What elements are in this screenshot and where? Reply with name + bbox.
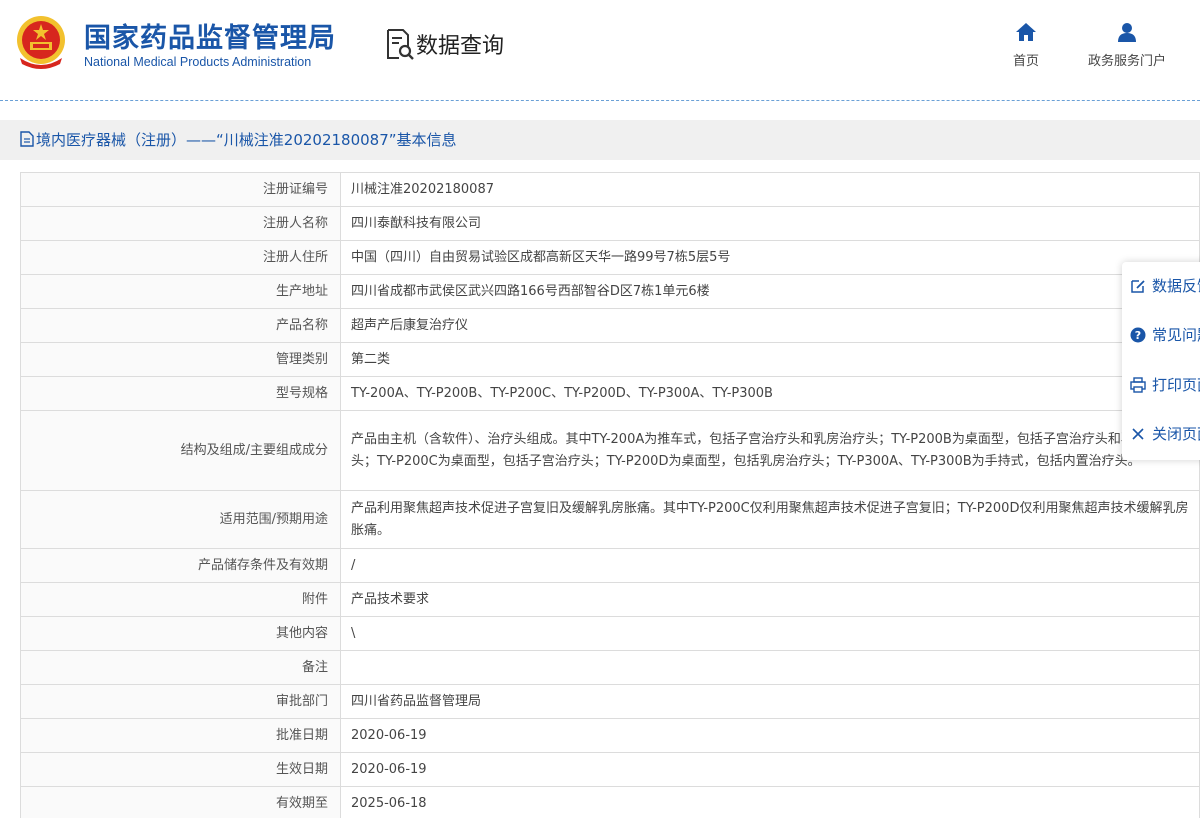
- header-divider: [0, 100, 1200, 102]
- row-value: 产品技术要求: [340, 582, 1200, 617]
- row-label: 产品名称: [20, 308, 341, 343]
- agency-name-en: National Medical Products Administration: [84, 55, 312, 69]
- row-value: 四川省药品监督管理局: [340, 684, 1200, 719]
- row-label: 管理类别: [20, 342, 341, 377]
- feedback-label: 数据反馈: [1152, 277, 1200, 295]
- row-value: 中国（四川）自由贸易试验区成都高新区天华一路99号7栋5层5号: [340, 240, 1200, 275]
- faq-label: 常见问题: [1152, 326, 1200, 344]
- nav-home-label: 首页: [1012, 54, 1039, 69]
- device-info-table: 注册证编号 川械注准20202180087 注册人名称 四川泰猷科技有限公司 注…: [20, 172, 1200, 818]
- table-row: 审批部门 四川省药品监督管理局: [20, 684, 1200, 719]
- print-label: 打印页面: [1152, 376, 1200, 394]
- section-title: 境内医疗器械（注册）——“川械注准20202180087”基本信息: [36, 131, 457, 149]
- row-label: 有效期至: [20, 786, 341, 818]
- row-label: 生效日期: [20, 752, 341, 787]
- home-icon: [1016, 23, 1036, 41]
- row-label: 注册人住所: [20, 240, 341, 275]
- row-label: 产品储存条件及有效期: [20, 548, 341, 583]
- row-value: 第二类: [340, 342, 1200, 377]
- row-label: 生产地址: [20, 274, 341, 309]
- document-icon: [20, 131, 34, 147]
- close-label: 关闭页面: [1152, 425, 1200, 443]
- row-value: [340, 650, 1200, 685]
- row-value: 超声产后康复治疗仪: [340, 308, 1200, 343]
- table-row: 附件 产品技术要求: [20, 582, 1200, 617]
- table-row: 生产地址 四川省成都市武侯区武兴四路166号西部智谷D区7栋1单元6楼: [20, 274, 1200, 309]
- nav-portal-label: 政务服务门户: [1087, 54, 1166, 69]
- table-row: 型号规格 TY-200A、TY-P200B、TY-P200C、TY-P200D、…: [20, 376, 1200, 411]
- nav-home[interactable]: 首页: [1010, 22, 1042, 69]
- row-value: \: [340, 616, 1200, 651]
- table-row: 注册证编号 川械注准20202180087: [20, 172, 1200, 207]
- close-icon: [1132, 428, 1144, 440]
- floating-side-panel: 数据反馈 ? 常见问题 打印页面 关闭页面: [1122, 262, 1200, 460]
- table-row: 结构及组成/主要组成成分 产品由主机（含软件）、治疗头组成。其中TY-200A为…: [20, 410, 1200, 491]
- row-value: 产品由主机（含软件）、治疗头组成。其中TY-200A为推车式，包括子宫治疗头和乳…: [340, 410, 1200, 491]
- row-label: 注册证编号: [20, 172, 341, 207]
- table-row: 批准日期 2020-06-19: [20, 718, 1200, 753]
- row-label: 注册人名称: [20, 206, 341, 241]
- table-row: 产品储存条件及有效期 /: [20, 548, 1200, 583]
- edit-icon: [1131, 280, 1145, 293]
- printer-icon: [1130, 377, 1146, 393]
- table-row: 管理类别 第二类: [20, 342, 1200, 377]
- row-label: 审批部门: [20, 684, 341, 719]
- row-value: TY-200A、TY-P200B、TY-P200C、TY-P200D、TY-P3…: [340, 376, 1200, 411]
- table-row: 注册人名称 四川泰猷科技有限公司: [20, 206, 1200, 241]
- data-query-icon: [387, 29, 414, 60]
- row-value: 产品利用聚焦超声技术促进子宫复旧及缓解乳房胀痛。其中TY-P200C仅利用聚焦超…: [340, 490, 1200, 549]
- user-icon: [1118, 23, 1136, 42]
- table-row: 适用范围/预期用途 产品利用聚焦超声技术促进子宫复旧及缓解乳房胀痛。其中TY-P…: [20, 490, 1200, 549]
- row-value: 四川泰猷科技有限公司: [340, 206, 1200, 241]
- row-label: 结构及组成/主要组成成分: [20, 410, 341, 491]
- svg-text:?: ?: [1135, 329, 1141, 342]
- table-row: 有效期至 2025-06-18: [20, 786, 1200, 818]
- table-row: 注册人住所 中国（四川）自由贸易试验区成都高新区天华一路99号7栋5层5号: [20, 240, 1200, 275]
- row-value: 2020-06-19: [340, 718, 1200, 753]
- national-emblem-icon: [17, 16, 65, 69]
- row-value: /: [340, 548, 1200, 583]
- row-value: 四川省成都市武侯区武兴四路166号西部智谷D区7栋1单元6楼: [340, 274, 1200, 309]
- row-label: 附件: [20, 582, 341, 617]
- table-row: 其他内容 \: [20, 616, 1200, 651]
- row-value: 2020-06-19: [340, 752, 1200, 787]
- row-label: 其他内容: [20, 616, 341, 651]
- agency-name-cn: 国家药品监督管理局: [84, 23, 336, 54]
- question-icon: ?: [1130, 327, 1146, 343]
- nav-gov-service-portal[interactable]: 政务服务门户: [1082, 22, 1172, 69]
- data-query-title: 数据查询: [416, 34, 505, 59]
- row-value: 2025-06-18: [340, 786, 1200, 818]
- table-row: 备注: [20, 650, 1200, 685]
- site-header: 国家药品监督管理局 National Medical Products Admi…: [0, 0, 1200, 100]
- row-label: 型号规格: [20, 376, 341, 411]
- table-row: 生效日期 2020-06-19: [20, 752, 1200, 787]
- row-label: 适用范围/预期用途: [20, 490, 341, 549]
- row-value: 川械注准20202180087: [340, 172, 1200, 207]
- row-label: 批准日期: [20, 718, 341, 753]
- table-row: 产品名称 超声产后康复治疗仪: [20, 308, 1200, 343]
- row-label: 备注: [20, 650, 341, 685]
